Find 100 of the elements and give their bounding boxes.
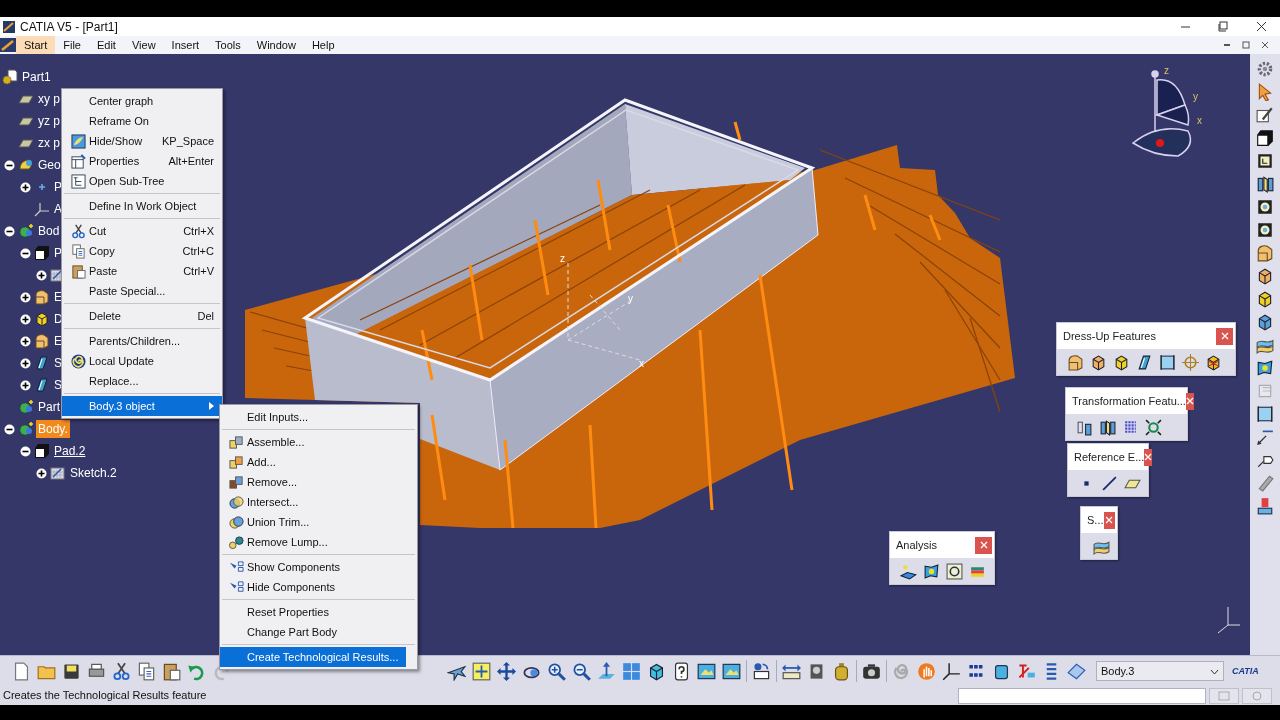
collapse-icon[interactable] [19,247,31,259]
zoom-out-icon[interactable] [572,661,591,681]
picture-icon[interactable] [722,661,741,681]
frame-icon[interactable] [1159,353,1176,371]
camera-icon[interactable] [862,661,881,681]
gear-icon[interactable] [1256,60,1274,78]
menu-item[interactable]: Insert [163,36,208,54]
analysis-icon[interactable] [900,562,917,580]
menu-item[interactable]: Paste Special... [62,281,222,301]
menu-item[interactable]: Reset Properties [220,602,417,622]
menu-item[interactable]: Help [303,36,343,54]
menu-item[interactable]: Properties Alt+Enter [62,151,222,171]
line-icon[interactable] [1101,474,1118,492]
picture-icon[interactable] [697,661,716,681]
tree-item[interactable]: Part [36,398,62,416]
menu-item[interactable]: Add... [220,452,417,472]
sketch-pen-icon[interactable] [1256,106,1274,124]
fit-all-icon[interactable] [472,661,491,681]
sphere-box-icon[interactable] [752,661,771,681]
menu-item[interactable]: Tools [207,36,249,54]
tree-item[interactable]: Geo [36,156,63,174]
surface-map-icon[interactable] [923,562,940,580]
collapse-icon[interactable] [3,225,15,237]
menu-item[interactable]: Create Technological Results... [220,647,407,667]
menu-item[interactable]: Delete Del [62,306,222,326]
clipboard-icon[interactable] [162,661,181,681]
arrow-cursor-icon[interactable] [1256,83,1274,101]
menu-item[interactable]: Remove... [220,472,417,492]
axis-icon[interactable] [942,661,961,681]
collapse-icon[interactable] [19,445,31,457]
collapse-icon[interactable] [3,159,15,171]
menu-item[interactable]: Replace... [62,371,222,391]
expand-icon[interactable] [19,379,31,391]
tree-item[interactable]: A [52,200,64,218]
four-views-icon[interactable] [622,661,641,681]
tree-item[interactable]: E [52,332,64,350]
tree-item[interactable]: Sketch.2 [68,464,119,482]
cube-icon[interactable] [647,661,666,681]
menu-item[interactable]: Remove Lump... [220,532,417,552]
menu-item[interactable]: Copy Ctrl+C [62,241,222,261]
expand-icon[interactable] [19,357,31,369]
cube-icon[interactable] [1256,313,1274,331]
mill-icon[interactable] [1256,497,1274,515]
close-button[interactable] [1185,392,1194,410]
menu-item[interactable]: Open Sub-Tree [62,171,222,191]
tree-item[interactable]: P [52,244,64,262]
new-document-icon[interactable] [12,661,31,681]
close-button[interactable] [1144,448,1153,466]
tree-item[interactable]: xy p [36,90,62,108]
menu-item[interactable]: View [123,36,164,54]
tree-item[interactable]: Pad.2 [52,442,88,460]
menu-item[interactable]: Hide/Show KP_Space [62,131,222,151]
cube-icon[interactable] [1205,353,1222,371]
crosshair-icon[interactable] [1182,353,1199,371]
menu-item[interactable]: Change Part Body [220,622,417,642]
normal-view-icon[interactable] [597,661,616,681]
app-icon[interactable] [0,38,16,52]
menu-item[interactable]: Edit Inputs... [220,407,417,427]
tree-item[interactable]: yz p [36,112,62,130]
expand-icon[interactable] [19,181,31,193]
analysis-icon[interactable] [946,562,963,580]
collapse-icon[interactable] [3,423,15,435]
menu-item[interactable]: Edit [88,36,124,54]
tree-item[interactable]: Bod [36,222,62,240]
ring-icon[interactable] [1256,221,1274,239]
tree-item[interactable]: S [52,354,64,372]
frame-icon[interactable] [1256,405,1274,423]
expand-icon[interactable] [19,313,31,325]
expand-icon[interactable] [19,335,31,347]
arrow-annotation-icon[interactable] [1256,428,1274,446]
tree-item[interactable]: S [52,376,64,394]
mirror-icon[interactable] [1099,418,1116,436]
cube-icon[interactable] [1256,267,1274,285]
cube-icon[interactable] [1090,353,1107,371]
copy-icon[interactable] [137,661,156,681]
menu-item[interactable]: Parents/Children... [62,331,222,351]
scaling-icon[interactable] [1145,418,1162,436]
hand-icon[interactable] [917,661,936,681]
menu-item[interactable]: Show Components [220,557,417,577]
scissors-icon[interactable] [112,661,131,681]
expand-icon[interactable] [19,291,31,303]
pocket-icon[interactable] [1256,152,1274,170]
help-icon[interactable] [672,661,691,681]
menu-item[interactable]: Cut Ctrl+X [62,221,222,241]
menu-item[interactable]: Window [248,36,304,54]
ring-icon[interactable] [1256,198,1274,216]
fillet-icon[interactable] [1256,244,1274,262]
menu-item[interactable]: Reframe On [62,111,222,131]
tree-item[interactable]: Part1 [20,68,53,86]
mirror-icon[interactable] [1256,175,1274,193]
menu-item[interactable]: Center graph [62,91,222,111]
pencil-icon[interactable] [1256,474,1274,492]
surface-map-icon[interactable] [1256,359,1274,377]
tree-item[interactable]: P [52,178,64,196]
weight-icon[interactable] [832,661,851,681]
menu-item[interactable]: Paste Ctrl+V [62,261,222,281]
shell-icon[interactable] [1136,353,1153,371]
menu-item[interactable]: Define In Work Object [62,196,222,216]
menu-item[interactable]: Assemble... [220,432,417,452]
cube-icon[interactable] [1256,290,1274,308]
